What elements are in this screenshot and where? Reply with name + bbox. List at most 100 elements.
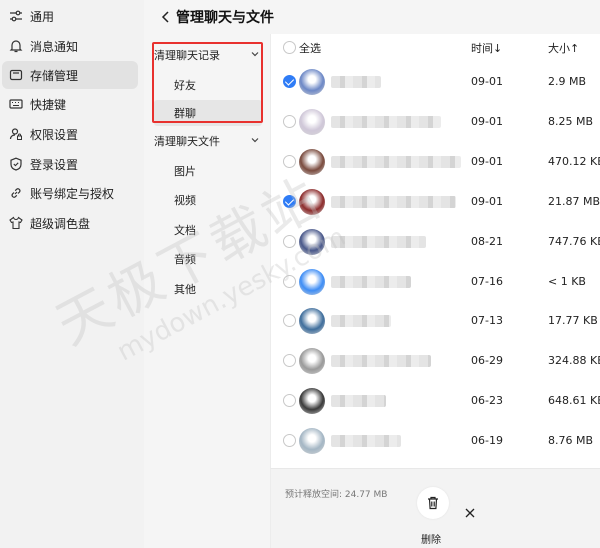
row-checkbox[interactable] bbox=[283, 234, 296, 248]
estimated-free-space: 预计释放空间: 24.77 MB bbox=[285, 490, 388, 500]
row-date: 09-01 bbox=[471, 114, 503, 128]
row-size: 8.25 MB bbox=[548, 114, 594, 128]
category-label: 其他 bbox=[174, 283, 196, 296]
row-size: 2.9 MB bbox=[548, 75, 587, 88]
row-checkbox[interactable] bbox=[283, 154, 296, 168]
row-checkbox[interactable] bbox=[283, 434, 296, 448]
highlight-annotation bbox=[152, 42, 263, 123]
keyboard-icon bbox=[8, 96, 24, 112]
list-item[interactable]: 07-13 17.77 KB bbox=[271, 301, 600, 341]
redacted-name bbox=[331, 195, 456, 208]
row-size: 324.88 KB bbox=[548, 354, 600, 368]
category-clear-chat-files[interactable]: 清理聊天文件 bbox=[154, 128, 262, 154]
row-size: 470.12 KB bbox=[548, 154, 600, 168]
avatar bbox=[299, 69, 325, 95]
avatar bbox=[299, 268, 325, 295]
time-column-header[interactable]: 时间↓ bbox=[471, 40, 502, 56]
chevron-down-icon bbox=[251, 138, 259, 143]
row-date: 06-19 bbox=[471, 434, 503, 448]
list-item[interactable]: 08-21 747.76 KB bbox=[271, 222, 600, 262]
redacted-name bbox=[331, 435, 401, 448]
shield-icon bbox=[8, 156, 24, 172]
delete-label: 删除 bbox=[421, 535, 441, 546]
redacted-name bbox=[331, 115, 441, 128]
row-checkbox[interactable] bbox=[283, 314, 296, 328]
user-lock-icon bbox=[8, 126, 24, 142]
row-size: 17.77 KB bbox=[548, 314, 598, 328]
category-label: 音频 bbox=[174, 253, 196, 266]
redacted-name bbox=[331, 155, 461, 168]
list-item[interactable]: 06-19 8.76 MB bbox=[271, 421, 600, 461]
row-date: 09-01 bbox=[471, 154, 503, 168]
nav-item-palette[interactable]: 超级调色盘 bbox=[2, 209, 138, 237]
avatar bbox=[299, 308, 325, 335]
row-checkbox[interactable] bbox=[283, 274, 296, 288]
row-checkbox[interactable] bbox=[283, 114, 296, 128]
row-date: 07-16 bbox=[471, 274, 503, 288]
delete-button[interactable] bbox=[417, 487, 449, 519]
size-column-header[interactable]: 大小↑ bbox=[548, 40, 579, 56]
nav-item-storage[interactable]: 存储管理 bbox=[2, 61, 138, 89]
category-label: 文档 bbox=[174, 224, 196, 237]
row-checkbox[interactable] bbox=[283, 194, 296, 208]
category-documents[interactable]: 文档 bbox=[154, 217, 262, 243]
row-checkbox[interactable] bbox=[283, 394, 296, 408]
redacted-name bbox=[331, 355, 431, 368]
nav-item-permissions[interactable]: 权限设置 bbox=[2, 120, 138, 148]
nav-label: 登录设置 bbox=[30, 157, 79, 172]
nav-item-account-binding[interactable]: 账号绑定与授权 bbox=[2, 179, 138, 207]
avatar bbox=[299, 108, 325, 135]
nav-item-general[interactable]: 通用 bbox=[2, 2, 138, 30]
list-item[interactable]: 09-01 8.25 MB bbox=[271, 102, 600, 142]
category-other[interactable]: 其他 bbox=[154, 276, 262, 302]
nav-label: 快捷键 bbox=[30, 97, 67, 112]
category-images[interactable]: 图片 bbox=[154, 158, 262, 184]
category-videos[interactable]: 视频 bbox=[154, 187, 262, 213]
page-title: 管理聊天与文件 bbox=[176, 10, 274, 26]
close-icon[interactable] bbox=[464, 507, 476, 519]
row-checkbox[interactable] bbox=[283, 75, 296, 88]
nav-label: 超级调色盘 bbox=[30, 216, 91, 231]
row-size: 8.76 MB bbox=[548, 434, 594, 448]
list-item[interactable]: 09-01 2.9 MB bbox=[271, 62, 600, 102]
list-item[interactable]: 06-23 648.61 KB bbox=[271, 381, 600, 421]
redacted-name bbox=[331, 275, 411, 288]
category-audio[interactable]: 音频 bbox=[154, 246, 262, 272]
list-item[interactable]: 09-01 21.87 MB bbox=[271, 182, 600, 222]
list-item[interactable]: 07-16 < 1 KB bbox=[271, 262, 600, 302]
row-size: 648.61 KB bbox=[548, 394, 600, 408]
action-footer: 预计释放空间: 24.77 MB 删除 bbox=[270, 468, 600, 548]
nav-item-login[interactable]: 登录设置 bbox=[2, 150, 138, 178]
nav-label: 账号绑定与授权 bbox=[30, 186, 115, 201]
row-size: < 1 KB bbox=[548, 274, 586, 288]
list-item[interactable]: 09-01 470.12 KB bbox=[271, 142, 600, 182]
nav-label: 权限设置 bbox=[30, 127, 79, 142]
avatar bbox=[299, 388, 325, 415]
nav-label: 存储管理 bbox=[30, 68, 79, 83]
nav-item-shortcuts[interactable]: 快捷键 bbox=[2, 90, 138, 118]
row-date: 09-01 bbox=[471, 75, 503, 88]
page-header: 管理聊天与文件 bbox=[144, 0, 600, 34]
redacted-name bbox=[331, 76, 381, 88]
list-item[interactable]: 06-29 324.88 KB bbox=[271, 341, 600, 381]
nav-item-notifications[interactable]: 消息通知 bbox=[2, 32, 138, 60]
row-checkbox[interactable] bbox=[283, 354, 296, 368]
row-date: 07-13 bbox=[471, 314, 503, 328]
row-date: 06-23 bbox=[471, 394, 503, 408]
row-date: 09-01 bbox=[471, 194, 503, 208]
redacted-name bbox=[331, 235, 426, 248]
category-label: 图片 bbox=[174, 165, 196, 178]
redacted-name bbox=[331, 315, 391, 328]
link-icon bbox=[8, 185, 24, 201]
redacted-name bbox=[331, 395, 386, 408]
nav-label: 消息通知 bbox=[30, 39, 79, 54]
row-size: 21.87 MB bbox=[548, 194, 600, 208]
avatar bbox=[299, 228, 325, 255]
category-label: 清理聊天文件 bbox=[154, 135, 220, 148]
nav-label: 通用 bbox=[30, 9, 55, 24]
select-all-checkbox[interactable] bbox=[283, 41, 296, 54]
category-label: 视频 bbox=[174, 194, 196, 207]
back-arrow-icon[interactable] bbox=[160, 10, 172, 24]
bell-icon bbox=[8, 38, 24, 54]
select-all-label: 全选 bbox=[299, 42, 321, 55]
